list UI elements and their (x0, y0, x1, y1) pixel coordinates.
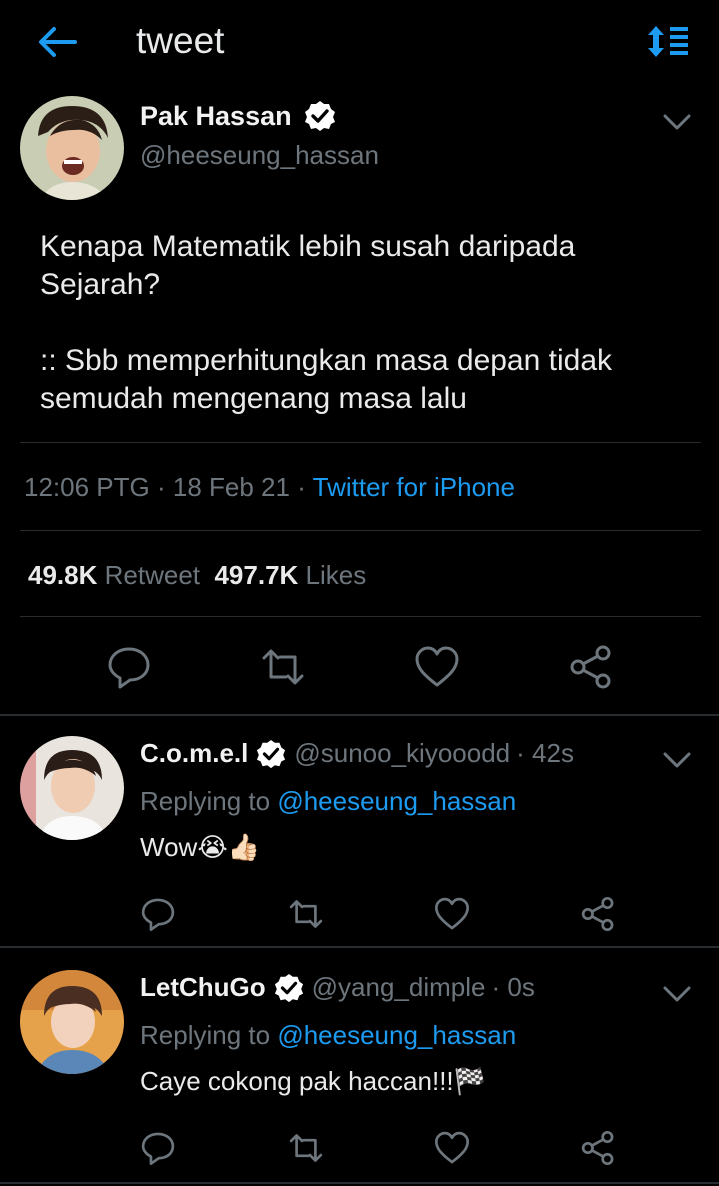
reply-tweet[interactable]: LetChuGo @yang_dimple · 0s Replying to @… (0, 948, 719, 1180)
share-icon[interactable] (580, 1130, 616, 1166)
tweet-text-line: :: Sbb memperhitungkan masa depan tidak … (40, 344, 613, 415)
avatar[interactable] (20, 970, 124, 1074)
avatar[interactable] (20, 96, 124, 200)
tweet-text: Kenapa Matematik lebih susah daripada Se… (40, 228, 680, 418)
divider (20, 442, 701, 443)
avatar-image (20, 96, 124, 200)
reply-emoji: 😭👍🏻 (197, 832, 261, 862)
chevron-down-icon[interactable] (660, 742, 694, 776)
arrow-left-icon (39, 27, 77, 57)
reply-header: LetChuGo @yang_dimple · 0s (140, 972, 535, 1003)
like-label: Likes (305, 560, 367, 590)
avatar[interactable] (20, 736, 124, 840)
replying-to: Replying to @heeseung_hassan (140, 786, 516, 817)
author-name-row: Pak Hassan (140, 100, 336, 132)
mention-link[interactable]: @heeseung_hassan (277, 1020, 516, 1050)
reply-icon[interactable] (140, 896, 176, 932)
divider (20, 616, 701, 617)
reply-text-content: Caye cokong pak haccan!!! (140, 1066, 454, 1096)
chevron-down-icon[interactable] (660, 976, 694, 1010)
like-count: 497.7K (214, 560, 299, 590)
retweet-icon[interactable] (260, 644, 306, 690)
divider (0, 1182, 719, 1184)
tweet-time: 12:06 PTG (24, 472, 150, 502)
tweet-source-link[interactable]: Twitter for iPhone (313, 472, 515, 502)
back-button[interactable] (36, 22, 78, 62)
like-heart-icon[interactable] (414, 644, 460, 690)
author-name[interactable]: Pak Hassan (140, 101, 292, 132)
replying-to: Replying to @heeseung_hassan (140, 1020, 516, 1051)
reply-emoji: 🏁 (453, 1066, 487, 1096)
reply-header: C.o.m.e.l @sunoo_kiyooodd · 42s (140, 738, 574, 769)
mention-link[interactable]: @heeseung_hassan (277, 786, 516, 816)
tweet-stats: 49.8K Retweet 497.7K Likes (28, 560, 366, 591)
chevron-down-icon[interactable] (660, 104, 694, 138)
reply-icon[interactable] (140, 1130, 176, 1166)
reply-author-name[interactable]: C.o.m.e.l (140, 738, 248, 769)
reply-author-handle[interactable]: @sunoo_kiyooodd (294, 738, 510, 769)
share-icon[interactable] (580, 896, 616, 932)
top-bar: tweet (0, 0, 719, 84)
tweet-meta: 12:06 PTG · 18 Feb 21 · Twitter for iPho… (24, 472, 515, 503)
retweet-icon[interactable] (288, 1130, 324, 1166)
tweet-text-line: Kenapa Matematik lebih susah daripada Se… (40, 230, 576, 301)
sort-button[interactable] (644, 22, 692, 62)
reply-author-name[interactable]: LetChuGo (140, 972, 266, 1003)
replying-prefix: Replying to (140, 786, 271, 816)
avatar-image (20, 970, 124, 1074)
reply-tweet[interactable]: C.o.m.e.l @sunoo_kiyooodd · 42s Replying… (0, 716, 719, 946)
reply-text: Wow😭👍🏻 (140, 832, 260, 863)
avatar-image (20, 736, 124, 840)
meta-separator: · (156, 472, 166, 502)
reply-text-content: Wow (140, 832, 198, 862)
reply-age: · 42s (516, 738, 574, 768)
meta-separator: · (297, 472, 306, 502)
share-icon[interactable] (568, 644, 614, 690)
like-heart-icon[interactable] (434, 896, 470, 932)
retweet-label: Retweet (104, 560, 201, 590)
verified-badge-icon (257, 739, 286, 768)
like-stat[interactable]: 497.7K Likes (214, 560, 366, 590)
page-title: tweet (136, 20, 225, 61)
reply-icon[interactable] (106, 644, 152, 690)
retweet-count: 49.8K (28, 560, 98, 590)
reply-age: · 0s (491, 972, 535, 1002)
tweet-date: 18 Feb 21 (172, 472, 290, 502)
replying-prefix: Replying to (140, 1020, 271, 1050)
like-heart-icon[interactable] (434, 1130, 470, 1166)
divider (20, 530, 701, 531)
verified-badge-icon (274, 973, 303, 1002)
author-handle[interactable]: @heeseung_hassan (140, 140, 379, 171)
reply-text: Caye cokong pak haccan!!!🏁 (140, 1066, 486, 1097)
sort-lines-icon (648, 26, 688, 57)
reply-author-handle[interactable]: @yang_dimple (312, 972, 486, 1003)
verified-badge-icon (304, 101, 335, 131)
retweet-icon[interactable] (288, 896, 324, 932)
retweet-stat[interactable]: 49.8K Retweet (28, 560, 200, 590)
